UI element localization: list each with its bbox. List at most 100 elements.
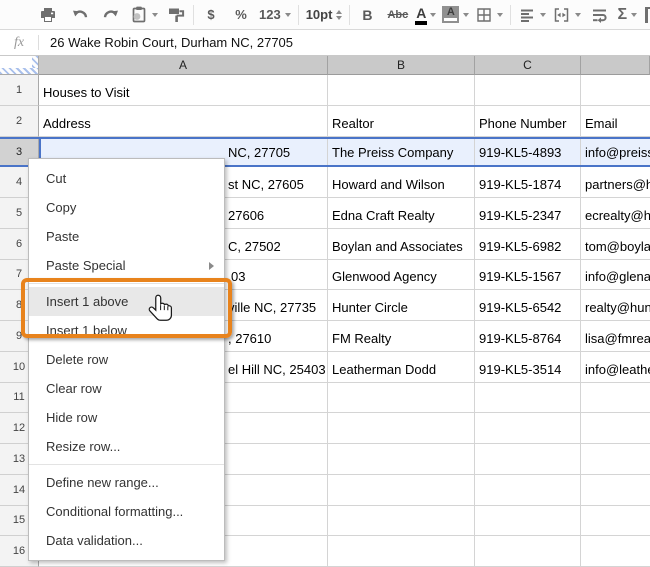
cell-C13[interactable] bbox=[475, 444, 581, 475]
menu-item-resize-row[interactable]: Resize row... bbox=[29, 432, 224, 461]
cell-D8[interactable]: realty@hunt bbox=[581, 290, 650, 321]
fill-color-button[interactable]: A bbox=[442, 3, 470, 27]
text-color-dropdown-icon[interactable] bbox=[430, 12, 437, 17]
menu-item-data-validation[interactable]: Data validation... bbox=[29, 526, 224, 555]
fill-color-dropdown-icon[interactable] bbox=[463, 12, 470, 17]
web-clipboard-button[interactable] bbox=[130, 3, 158, 27]
strikethrough-button[interactable]: Abc bbox=[387, 3, 408, 27]
align-button[interactable] bbox=[518, 3, 547, 27]
font-size-value: 10pt bbox=[305, 7, 333, 22]
menu-item-cut[interactable]: Cut bbox=[29, 164, 224, 193]
cell-C5[interactable]: 919-KL5-2347 bbox=[475, 198, 581, 229]
cell-C12[interactable] bbox=[475, 413, 581, 444]
cell-D14[interactable] bbox=[581, 474, 650, 506]
cell-D3[interactable]: info@preiss bbox=[581, 138, 650, 166]
column-header-C[interactable]: C bbox=[475, 56, 581, 75]
cell-B1[interactable] bbox=[328, 75, 475, 106]
borders-button[interactable] bbox=[475, 3, 504, 27]
cell-C7[interactable]: 919-KL5-1567 bbox=[475, 259, 581, 291]
menu-item-define-new-range[interactable]: Define new range... bbox=[29, 468, 224, 497]
menu-item-insert-1-above[interactable]: Insert 1 above bbox=[29, 287, 224, 316]
cell-C4[interactable]: 919-KL5-1874 bbox=[475, 167, 581, 198]
cell-C15[interactable] bbox=[475, 505, 581, 537]
cell-B3[interactable]: The Preiss Company bbox=[328, 138, 475, 166]
menu-item-clear-row[interactable]: Clear row bbox=[29, 374, 224, 403]
select-all-corner[interactable] bbox=[0, 56, 39, 75]
column-header-D[interactable] bbox=[581, 56, 650, 75]
functions-button[interactable]: Σ bbox=[617, 3, 638, 27]
cell-B16[interactable] bbox=[328, 536, 475, 567]
cell-B10[interactable]: Leatherman Dodd bbox=[328, 351, 475, 383]
cell-B14[interactable] bbox=[328, 474, 475, 506]
cell-C1[interactable] bbox=[475, 75, 581, 106]
merge-cells-button[interactable] bbox=[552, 3, 582, 27]
cell-B6[interactable]: Boylan and Associates bbox=[328, 228, 475, 260]
cell-D7[interactable]: info@glenag bbox=[581, 259, 650, 291]
cell-B8[interactable]: Hunter Circle bbox=[328, 290, 475, 321]
formula-bar-value[interactable]: 26 Wake Robin Court, Durham NC, 27705 bbox=[50, 35, 293, 50]
menu-item-copy[interactable]: Copy bbox=[29, 193, 224, 222]
cell-B13[interactable] bbox=[328, 444, 475, 475]
cell-C11[interactable] bbox=[475, 382, 581, 414]
cell-C6[interactable]: 919-KL5-6982 bbox=[475, 228, 581, 260]
wrap-text-button[interactable] bbox=[589, 3, 609, 27]
clipboard-dropdown-icon[interactable] bbox=[152, 12, 158, 17]
menu-item-paste-special[interactable]: Paste Special bbox=[29, 251, 224, 280]
cell-C16[interactable] bbox=[475, 536, 581, 567]
merge-dropdown-icon[interactable] bbox=[575, 12, 582, 17]
number-format-dropdown-icon[interactable] bbox=[284, 12, 291, 17]
menu-item-conditional-formatting[interactable]: Conditional formatting... bbox=[29, 497, 224, 526]
cell-D11[interactable] bbox=[581, 382, 650, 414]
paint-format-button[interactable] bbox=[166, 3, 186, 27]
menu-item-hide-row[interactable]: Hide row bbox=[29, 403, 224, 432]
number-format-button[interactable]: 123 bbox=[259, 3, 291, 27]
cell-C8[interactable]: 919-KL5-6542 bbox=[475, 290, 581, 321]
menu-item-paste[interactable]: Paste bbox=[29, 222, 224, 251]
align-dropdown-icon[interactable] bbox=[540, 12, 547, 17]
cell-B12[interactable] bbox=[328, 413, 475, 444]
menu-item-delete-row[interactable]: Delete row bbox=[29, 345, 224, 374]
format-currency-button[interactable]: $ bbox=[201, 3, 221, 27]
cell-A1[interactable]: Houses to Visit bbox=[39, 75, 328, 106]
cell-D6[interactable]: tom@boylan bbox=[581, 228, 650, 260]
cell-D2[interactable]: Email bbox=[581, 105, 650, 137]
menu-item-insert-1-below[interactable]: Insert 1 below bbox=[29, 316, 224, 345]
cell-D5[interactable]: ecrealty@ho bbox=[581, 198, 650, 229]
print-button[interactable] bbox=[38, 3, 58, 27]
column-header-A[interactable]: A bbox=[39, 56, 328, 75]
cell-D1[interactable] bbox=[581, 75, 650, 106]
cell-D15[interactable] bbox=[581, 505, 650, 537]
cell-B11[interactable] bbox=[328, 382, 475, 414]
format-percent-button[interactable]: % bbox=[231, 3, 251, 27]
cell-B9[interactable]: FM Realty bbox=[328, 321, 475, 352]
redo-button[interactable] bbox=[100, 3, 120, 27]
cell-A2[interactable]: Address bbox=[39, 105, 328, 137]
text-color-button[interactable]: A bbox=[415, 3, 437, 27]
cell-D9[interactable]: lisa@fmreal bbox=[581, 321, 650, 352]
cell-D10[interactable]: info@leathe bbox=[581, 351, 650, 383]
cell-B15[interactable] bbox=[328, 505, 475, 537]
column-header-B[interactable]: B bbox=[328, 56, 475, 75]
cell-B7[interactable]: Glenwood Agency bbox=[328, 259, 475, 291]
cell-B4[interactable]: Howard and Wilson bbox=[328, 167, 475, 198]
cell-C10[interactable]: 919-KL5-3514 bbox=[475, 351, 581, 383]
cell-D12[interactable] bbox=[581, 413, 650, 444]
undo-button[interactable] bbox=[70, 3, 90, 27]
cell-C9[interactable]: 919-KL5-8764 bbox=[475, 321, 581, 352]
cell-D16[interactable] bbox=[581, 536, 650, 567]
font-size-stepper[interactable]: 10pt bbox=[306, 3, 343, 27]
cell-B5[interactable]: Edna Craft Realty bbox=[328, 198, 475, 229]
cell-C14[interactable] bbox=[475, 474, 581, 506]
borders-dropdown-icon[interactable] bbox=[497, 12, 504, 17]
toolbar-separator bbox=[297, 4, 299, 25]
cell-C2[interactable]: Phone Number bbox=[475, 105, 581, 137]
cell-D13[interactable] bbox=[581, 444, 650, 475]
font-size-arrows-icon[interactable] bbox=[336, 9, 343, 20]
bold-button[interactable]: B bbox=[357, 3, 377, 27]
row-header-1[interactable]: 1 bbox=[0, 75, 39, 106]
cell-C3[interactable]: 919-KL5-4893 bbox=[475, 138, 581, 166]
functions-dropdown-icon[interactable] bbox=[631, 12, 638, 17]
cell-D4[interactable]: partners@ho bbox=[581, 167, 650, 198]
cell-B2[interactable]: Realtor bbox=[328, 105, 475, 137]
row-header-2[interactable]: 2 bbox=[0, 105, 39, 137]
